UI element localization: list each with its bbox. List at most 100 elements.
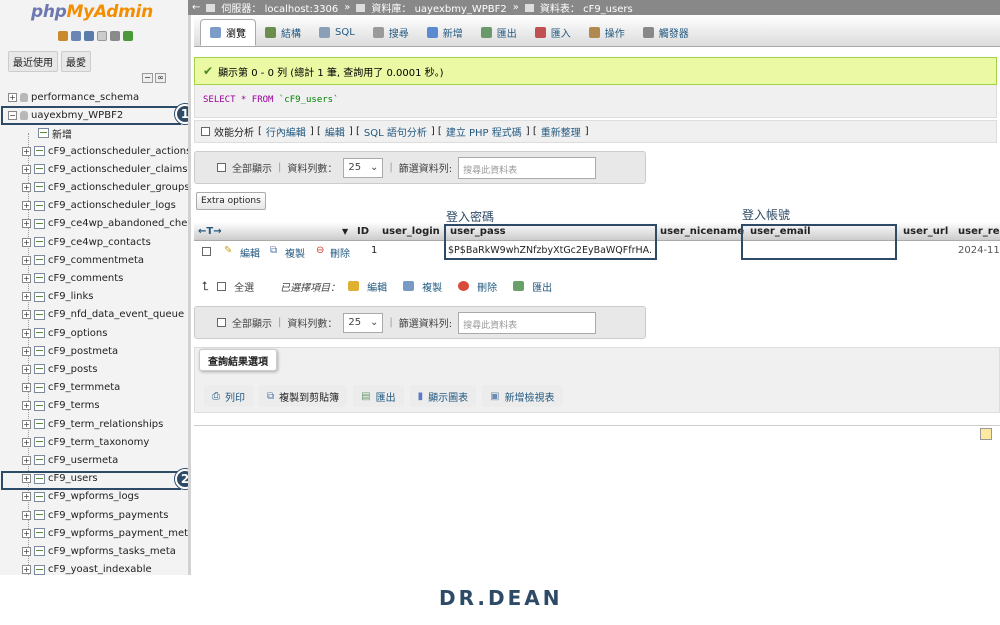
expand-icon[interactable]: +	[22, 437, 31, 447]
profiling-checkbox[interactable]	[201, 127, 210, 136]
pencil-icon[interactable]: ✎	[224, 245, 232, 256]
phpmyadmin-logo[interactable]: phpMyAdmin	[31, 2, 153, 22]
table-name[interactable]: cF9_comments	[48, 273, 123, 284]
sidebar-table-item[interactable]: + cF9_links	[22, 288, 188, 306]
sort-caret-icon[interactable]: ▼	[342, 227, 348, 236]
table-name[interactable]: cF9_links	[48, 291, 94, 302]
table-name[interactable]: cF9_wpforms_payment_meta	[48, 528, 188, 539]
table-name[interactable]: cF9_term_relationships	[48, 419, 163, 430]
expand-icon[interactable]: +	[22, 401, 31, 411]
expand-icon[interactable]: +	[22, 310, 31, 320]
table-name[interactable]: cF9_actionscheduler_groups	[48, 182, 188, 193]
expand-icon[interactable]: +	[22, 565, 31, 575]
create-view-button[interactable]: ▣ 新增檢視表	[482, 385, 563, 407]
col-header-user-registered[interactable]: user_reg	[958, 226, 1000, 237]
new-table-item[interactable]: 新增	[38, 124, 188, 142]
reload-icon[interactable]	[123, 31, 133, 41]
tab-1[interactable]: 結構	[256, 19, 310, 46]
sql-query-box[interactable]: SELECT * FROM `cF9_users`	[194, 85, 997, 118]
tab-8[interactable]: 觸發器	[634, 19, 698, 46]
table-name[interactable]: cF9_termmeta	[48, 382, 120, 393]
sidebar-table-item[interactable]: + cF9_term_taxonomy	[22, 433, 188, 451]
table-name[interactable]: cF9_usermeta	[48, 455, 118, 466]
expand-icon[interactable]: +	[22, 510, 31, 520]
logout-icon[interactable]	[71, 31, 81, 41]
show-all-checkbox[interactable]	[217, 318, 226, 327]
delete-icon[interactable]: ⊖	[316, 245, 324, 256]
sidebar-table-item[interactable]: + cF9_nfd_data_event_queue	[22, 306, 188, 324]
check-all-checkbox[interactable]	[217, 281, 227, 291]
expand-icon[interactable]: +	[22, 292, 31, 302]
table-name[interactable]: cF9_actionscheduler_claims	[48, 164, 187, 175]
inline-edit-link[interactable]: 行內編輯	[266, 124, 306, 139]
cell-id[interactable]: 1	[371, 245, 377, 256]
new-table-label[interactable]: 新增	[52, 126, 72, 141]
sidebar-table-item[interactable]: + cF9_ce4wp_abandoned_checkouts	[22, 215, 188, 233]
sidebar-table-item[interactable]: + cF9_posts	[22, 360, 188, 378]
expand-icon[interactable]: +	[22, 419, 31, 429]
back-arrow-icon[interactable]: ←	[192, 2, 200, 13]
expand-icon[interactable]: +	[22, 455, 31, 465]
breadcrumb-server[interactable]: 伺服器： localhost:3306	[221, 0, 338, 15]
sidebar-table-item[interactable]: + cF9_yoast_indexable	[22, 561, 188, 575]
sidebar-table-item[interactable]: + cF9_term_relationships	[22, 415, 188, 433]
expand-icon[interactable]: +	[22, 237, 31, 247]
table-name[interactable]: cF9_actionscheduler_actions	[48, 146, 188, 157]
expand-icon[interactable]: +	[22, 219, 31, 229]
tab-7[interactable]: 操作	[580, 19, 634, 46]
tab-3[interactable]: 搜尋	[364, 19, 418, 46]
tab-4[interactable]: 新增	[418, 19, 472, 46]
sidebar-table-item[interactable]: + cF9_wpforms_payments	[22, 506, 188, 524]
settings-icon[interactable]	[110, 31, 120, 41]
table-name[interactable]: cF9_wpforms_payments	[48, 510, 168, 521]
console-icon[interactable]	[980, 428, 992, 440]
expand-icon[interactable]: +	[22, 528, 31, 538]
col-header-id[interactable]: ID	[357, 226, 369, 237]
create-php-code-link[interactable]: 建立 PHP 程式碼	[446, 124, 522, 139]
copy-icon[interactable]: ⧉	[270, 245, 277, 256]
filter-input[interactable]: 搜尋此資料表	[458, 156, 597, 179]
table-name[interactable]: cF9_terms	[48, 400, 100, 411]
sidebar-table-item[interactable]: + cF9_actionscheduler_groups	[22, 178, 188, 196]
bulk-copy-button[interactable]: 複製	[422, 279, 442, 294]
bulk-delete-button[interactable]: 刪除	[477, 279, 497, 294]
extra-options-button[interactable]: Extra options	[196, 192, 266, 210]
table-name[interactable]: cF9_commentmeta	[48, 255, 144, 266]
recent-tab[interactable]: 最近使用	[8, 51, 58, 72]
sidebar-table-item[interactable]: + cF9_ce4wp_contacts	[22, 233, 188, 251]
help-icon[interactable]	[84, 31, 94, 41]
sidebar-table-item[interactable]: + cF9_commentmeta	[22, 251, 188, 269]
table-name[interactable]: cF9_nfd_data_event_queue	[48, 309, 184, 320]
docs-icon[interactable]	[97, 31, 107, 41]
table-name[interactable]: cF9_postmeta	[48, 346, 118, 357]
expand-icon[interactable]: +	[22, 273, 31, 283]
check-all-label[interactable]: 全選	[234, 279, 254, 294]
expand-icon[interactable]: +	[22, 492, 31, 502]
table-name[interactable]: cF9_yoast_indexable	[48, 564, 152, 575]
table-name[interactable]: cF9_wpforms_tasks_meta	[48, 546, 176, 557]
breadcrumb-database[interactable]: 資料庫： uayexbmy_WPBF2	[371, 0, 506, 15]
delete-icon[interactable]	[458, 281, 470, 291]
sidebar-table-item[interactable]: + cF9_termmeta	[22, 379, 188, 397]
table-name[interactable]: cF9_ce4wp_abandoned_checkouts	[48, 218, 188, 229]
print-button[interactable]: ⎙ 列印	[204, 385, 253, 407]
sidebar-table-item[interactable]: + cF9_actionscheduler_claims	[22, 160, 188, 178]
expand-icon[interactable]: +	[22, 146, 31, 156]
expand-icon[interactable]: +	[22, 164, 31, 174]
row-delete-link[interactable]: 刪除	[330, 245, 350, 260]
cell-user-registered[interactable]: 2024-11-2	[958, 245, 1000, 256]
favorites-tab[interactable]: 最愛	[61, 51, 91, 72]
bulk-edit-button[interactable]: 編輯	[367, 279, 387, 294]
row-checkbox[interactable]	[202, 247, 211, 256]
sidebar-table-item[interactable]: + cF9_postmeta	[22, 342, 188, 360]
db-item-performance-schema[interactable]: + performance_schema	[8, 88, 139, 106]
column-arrows[interactable]: ←T→	[198, 226, 222, 237]
expand-icon[interactable]: +	[22, 383, 31, 393]
filter-input[interactable]: 搜尋此資料表	[458, 311, 597, 334]
col-header-user-nicename[interactable]: user_nicename	[660, 226, 744, 237]
export-button[interactable]: ▤ 匯出	[353, 385, 404, 407]
table-name[interactable]: cF9_options	[48, 328, 107, 339]
bulk-export-button[interactable]: 匯出	[532, 279, 552, 294]
rows-select[interactable]: 25 ⌄	[343, 312, 384, 333]
copy-icon[interactable]	[403, 281, 415, 291]
